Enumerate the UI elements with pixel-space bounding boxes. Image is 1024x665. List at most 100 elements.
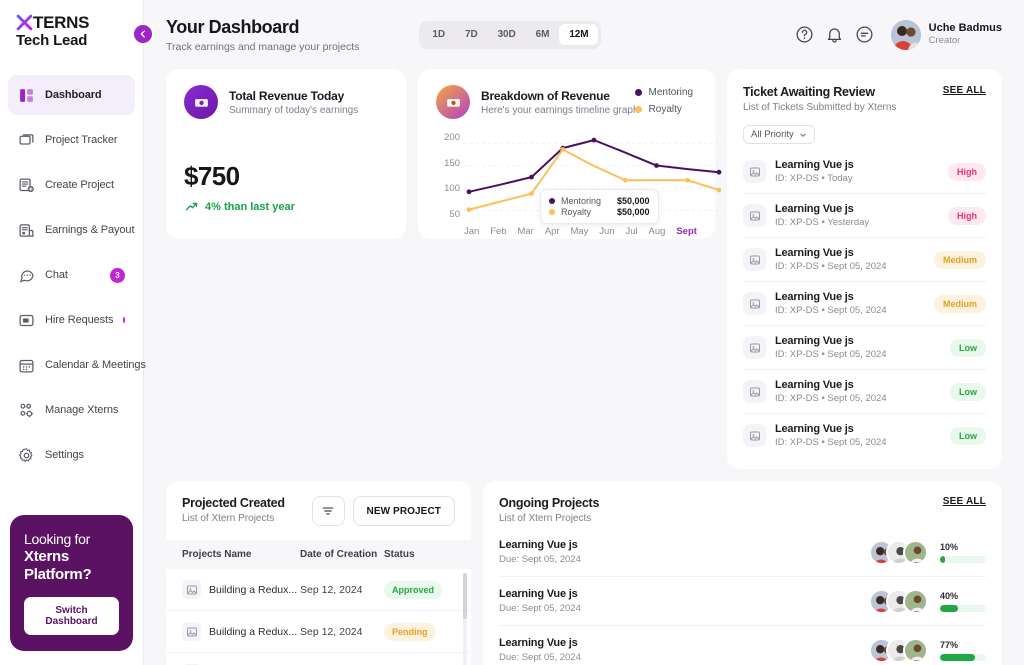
tooltip-series-name: Mentoring	[561, 196, 611, 206]
ongoing-list: Learning Vue jsDue: Sept 05, 202410%Lear…	[499, 528, 986, 665]
main-area: Your Dashboard Track earnings and manage…	[144, 0, 1024, 665]
sidebar-item-create-project[interactable]: Create Project	[8, 165, 135, 205]
sidebar-item-earnings-payout[interactable]: Earnings & Payout	[8, 210, 135, 250]
message-icon[interactable]	[855, 25, 874, 44]
progress-percent: 77%	[940, 640, 986, 650]
legend-item-royalty: Royalty	[635, 104, 693, 115]
user-menu[interactable]: Uche Badmus Creator	[891, 20, 1002, 50]
ticket-icon	[186, 626, 198, 638]
trend-up-icon	[184, 199, 199, 214]
card-subtitle: Summary of today's earnings	[229, 105, 358, 116]
dashboard-row-1: Total Revenue Today Summary of today's e…	[166, 69, 1002, 469]
ongoing-project-row[interactable]: Learning Vue jsDue: Sept 05, 202477%	[499, 626, 986, 665]
range-tab-1d[interactable]: 1D	[422, 24, 455, 45]
sidebar-item-manage-xterns[interactable]: Manage Xterns	[8, 390, 135, 430]
table-row[interactable]: Building a Redux...Sep 12, 2024Rejected	[166, 653, 471, 665]
legend-label: Royalty	[649, 104, 682, 115]
sidebar-item-chat[interactable]: Chat 3	[8, 255, 135, 295]
ticket-row[interactable]: Learning Vue jsID: XP-DS • YesterdayHigh	[743, 194, 986, 238]
range-tab-12m[interactable]: 12M	[559, 24, 598, 45]
ticket-row[interactable]: Learning Vue jsID: XP-DS • Sept 05, 2024…	[743, 282, 986, 326]
revenue-breakdown-card: Breakdown of Revenue Here's your earning…	[418, 69, 715, 239]
chat-badge: 3	[110, 268, 125, 283]
project-name: Building a Redux...	[209, 584, 297, 596]
ongoing-project-row[interactable]: Learning Vue jsDue: Sept 05, 202440%	[499, 577, 986, 626]
page-subtitle: Track earnings and manage your projects	[166, 41, 359, 53]
money-icon	[184, 85, 218, 119]
priority-badge: Low	[950, 383, 986, 401]
ticket-name: Learning Vue js	[775, 423, 887, 435]
range-tab-6m[interactable]: 6M	[526, 24, 560, 45]
promo-card: Looking for Xterns Platform? Switch Dash…	[10, 515, 133, 651]
avatar	[903, 638, 928, 663]
ongoing-project-row[interactable]: Learning Vue jsDue: Sept 05, 202410%	[499, 528, 986, 577]
ticket-row[interactable]: Learning Vue jsID: XP-DS • TodayHigh	[743, 150, 986, 194]
member-avatars	[869, 589, 928, 614]
card-title: Projected Created	[182, 496, 285, 510]
avatar	[903, 540, 928, 565]
card-title: Total Revenue Today	[229, 89, 358, 103]
sidebar-item-dashboard[interactable]: Dashboard	[8, 75, 135, 115]
ticket-name: Learning Vue js	[775, 291, 887, 303]
project-icon-wrap	[182, 580, 201, 599]
projects-filter-button[interactable]	[312, 496, 345, 526]
ongoing-project-due: Due: Sept 05, 2024	[499, 554, 581, 565]
table-row[interactable]: Building a Redux...Sep 12, 2024Pending	[166, 611, 471, 653]
sidebar-nav: Dashboard Project Tracker Create Project	[0, 75, 143, 480]
new-project-button[interactable]: NEW PROJECT	[353, 496, 455, 526]
projects-scrollbar-thumb[interactable]	[463, 573, 467, 619]
priority-filter-select[interactable]: All Priority	[743, 125, 815, 144]
see-all-link[interactable]: SEE ALL	[943, 85, 986, 96]
ticket-icon-wrap	[743, 424, 766, 447]
help-icon[interactable]	[795, 25, 814, 44]
brand: TERNS Tech Lead	[0, 0, 143, 49]
promo-line-1: Looking for	[24, 530, 119, 548]
priority-badge: Low	[950, 427, 986, 445]
card-title: Ongoing Projects	[499, 496, 599, 510]
y-tick: 100	[436, 184, 460, 193]
ticket-row[interactable]: Learning Vue jsID: XP-DS • Sept 05, 2024…	[743, 326, 986, 370]
sidebar-item-calendar-meetings[interactable]: Calendar & Meetings	[8, 345, 135, 385]
ticket-icon-wrap	[743, 204, 766, 227]
x-tick: Jan	[464, 226, 479, 237]
y-tick: 50	[436, 210, 460, 219]
ticket-meta: ID: XP-DS • Yesterday	[775, 217, 869, 228]
progress-bar	[940, 605, 986, 612]
sidebar-item-project-tracker[interactable]: Project Tracker	[8, 120, 135, 160]
sidebar-item-label: Manage Xterns	[45, 404, 118, 416]
sidebar-collapse-button[interactable]	[132, 23, 154, 45]
tooltip-series-value: $50,000	[617, 207, 650, 217]
revenue-amount: $750	[184, 161, 388, 192]
tickets-awaiting-review-card: Ticket Awaiting Review List of Tickets S…	[727, 69, 1002, 469]
ticket-icon	[749, 342, 761, 354]
project-name: Building a Redux...	[209, 626, 297, 638]
priority-badge: Low	[950, 339, 986, 357]
ticket-row[interactable]: Learning Vue jsID: XP-DS • Sept 05, 2024…	[743, 238, 986, 282]
switch-dashboard-button[interactable]: Switch Dashboard	[24, 597, 119, 635]
trend-text: 4% than last year	[205, 201, 295, 213]
ticket-row[interactable]: Learning Vue jsID: XP-DS • Sept 05, 2024…	[743, 370, 986, 414]
sidebar: TERNS Tech Lead Dashboard	[0, 0, 144, 665]
x-tick: Aug	[649, 226, 666, 237]
tooltip-series-name: Royalty	[561, 207, 611, 217]
x-tick: Sept	[676, 226, 697, 237]
see-all-link[interactable]: SEE ALL	[943, 496, 986, 507]
ticket-icon-wrap	[743, 160, 766, 183]
chart-tooltip: Mentoring $50,000 Royalty $50,000	[540, 189, 659, 224]
bell-icon[interactable]	[825, 25, 844, 44]
chevron-left-icon	[138, 29, 148, 39]
column-header-status: Status	[384, 549, 455, 560]
ticket-row[interactable]: Learning Vue jsID: XP-DS • Sept 05, 2024…	[743, 414, 986, 457]
tooltip-series-value: $50,000	[617, 196, 650, 206]
sidebar-item-settings[interactable]: Settings	[8, 435, 135, 475]
hire-requests-dot	[123, 317, 125, 323]
sidebar-item-label: Dashboard	[45, 89, 102, 101]
range-tab-7d[interactable]: 7D	[455, 24, 488, 45]
hire-requests-icon	[18, 312, 35, 329]
ticket-icon	[749, 430, 761, 442]
range-tab-30d[interactable]: 30D	[488, 24, 526, 45]
brand-subtitle: Tech Lead	[16, 32, 143, 49]
sidebar-item-hire-requests[interactable]: Hire Requests	[8, 300, 135, 340]
table-row[interactable]: Building a Redux...Sep 12, 2024Approved	[166, 569, 471, 611]
ticket-icon	[749, 298, 761, 310]
